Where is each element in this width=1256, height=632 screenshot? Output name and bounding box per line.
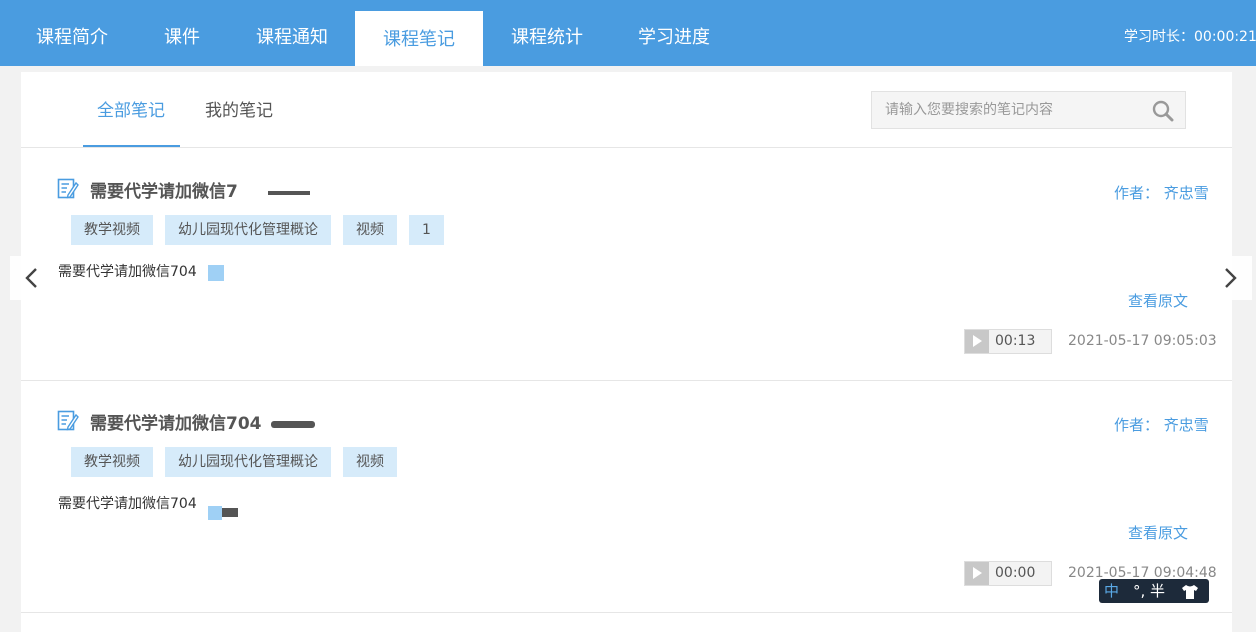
tab-learning-progress[interactable]: 学习进度 <box>620 12 728 66</box>
note-edit-icon <box>57 177 79 199</box>
note-author: 作者： 齐忠雪 <box>1114 416 1209 434</box>
top-nav-bar: 课程简介 课件 课程通知 课程笔记 课程统计 学习进度 学习时长：00:00:2… <box>0 0 1256 66</box>
redaction-mark <box>268 191 310 195</box>
play-time: 00:00 <box>995 565 1036 581</box>
tag: 视频 <box>343 447 397 477</box>
sub-tabs: 全部笔记 我的笔记 <box>21 72 1232 148</box>
note-tags: 教学视频 幼儿园现代化管理概论 视频 <box>71 447 397 477</box>
play-icon[interactable] <box>965 330 989 353</box>
tab-all-notes[interactable]: 全部笔记 <box>97 96 165 121</box>
study-time: 学习时长：00:00:21 <box>1124 29 1256 45</box>
tab-course-notice[interactable]: 课程通知 <box>238 12 346 66</box>
redaction-mark <box>208 265 224 281</box>
note-title: 需要代学请加微信7 <box>90 182 238 202</box>
tag: 幼儿园现代化管理概论 <box>165 447 331 477</box>
note-author: 作者： 齐忠雪 <box>1114 184 1209 202</box>
tab-my-notes[interactable]: 我的笔记 <box>205 96 273 121</box>
note-body: 需要代学请加微信704 <box>58 496 197 512</box>
ime-toolbar[interactable]: 中 °, 半 <box>1099 579 1209 603</box>
search-icon[interactable] <box>1152 100 1174 122</box>
play-time: 00:13 <box>995 333 1036 349</box>
note-title: 需要代学请加微信704 <box>90 414 262 434</box>
tag: 教学视频 <box>71 215 153 245</box>
note-date: 2021-05-17 09:05:03 <box>1068 333 1217 349</box>
tag: 幼儿园现代化管理概论 <box>165 215 331 245</box>
tag: 教学视频 <box>71 447 153 477</box>
ime-chinese-mode[interactable]: 中 <box>1104 579 1119 603</box>
tag: 视频 <box>343 215 397 245</box>
tab-course-intro[interactable]: 课程简介 <box>18 12 126 66</box>
view-original-link[interactable]: 查看原文 <box>1128 522 1188 543</box>
redaction-mark <box>271 421 315 428</box>
notes-panel: 全部笔记 我的笔记 需要代学请加微信7 作者： 齐忠雪 教学视频 幼儿园现代化管… <box>21 72 1232 632</box>
active-tab-underline <box>83 145 180 147</box>
tab-course-stats[interactable]: 课程统计 <box>493 12 601 66</box>
redaction-mark <box>222 508 238 517</box>
prev-arrow-icon[interactable] <box>10 256 54 300</box>
redaction-mark <box>208 506 222 520</box>
shirt-icon[interactable] <box>1181 583 1199 607</box>
note-edit-icon <box>57 409 79 431</box>
audio-player: 00:13 <box>964 329 1052 354</box>
tab-course-notes[interactable]: 课程笔记 <box>355 11 483 66</box>
ime-punctuation-width[interactable]: °, 半 <box>1133 579 1165 603</box>
note-tags: 教学视频 幼儿园现代化管理概论 视频 1 <box>71 215 444 245</box>
note-body: 需要代学请加微信704 <box>58 264 197 280</box>
search-input[interactable] <box>872 92 1142 128</box>
note-item: 需要代学请加微信7 作者： 齐忠雪 教学视频 幼儿园现代化管理概论 视频 1 需… <box>21 149 1232 381</box>
tag: 1 <box>409 215 444 245</box>
audio-player: 00:00 <box>964 561 1052 586</box>
next-arrow-icon[interactable] <box>1208 256 1252 300</box>
note-item: 需要代学请加微信704 作者： 齐忠雪 教学视频 幼儿园现代化管理概论 视频 需… <box>21 381 1232 613</box>
search-box <box>871 91 1186 129</box>
play-icon[interactable] <box>965 562 989 585</box>
tab-courseware[interactable]: 课件 <box>146 12 218 66</box>
view-original-link[interactable]: 查看原文 <box>1128 290 1188 311</box>
